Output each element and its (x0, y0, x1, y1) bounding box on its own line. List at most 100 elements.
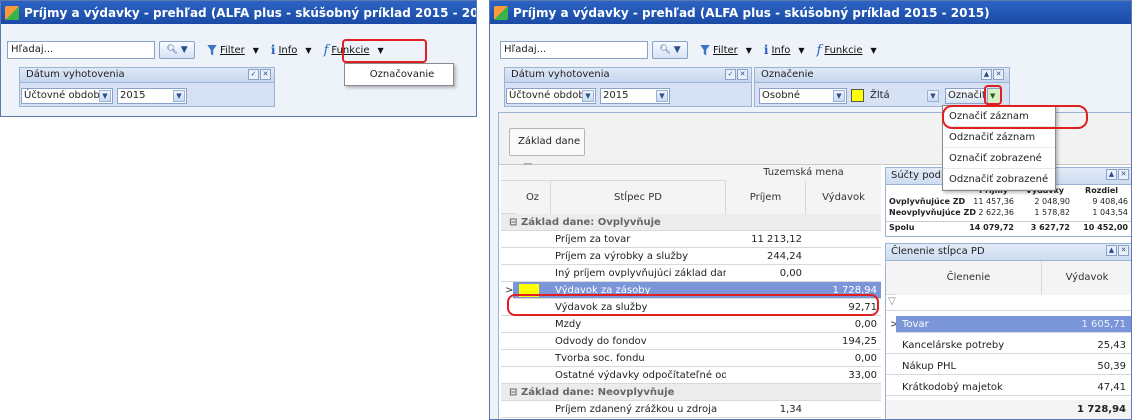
menu-item-oznacovanie[interactable]: Označovanie (345, 64, 453, 85)
table-row[interactable]: Príjem zdanený zrážkou u zdroja 1,34 (501, 401, 881, 418)
collapse-icon[interactable]: ▲ (981, 69, 992, 80)
mark-type-value: Osobné (762, 90, 801, 101)
left-window: Príjmy a výdavky - prehľad (ALFA plus - … (0, 0, 477, 117)
menu-item-oznacit-zobrazene[interactable]: Označiť zobrazené (943, 148, 1055, 169)
left-functions-label: Funkcie (331, 44, 370, 56)
color-select[interactable]: Žltá ▼ (867, 88, 941, 104)
table-row[interactable]: Mzdy 0,00 (501, 316, 881, 333)
breakdown-row-value: 47,41 (1097, 382, 1126, 393)
close-icon[interactable]: ✕ (737, 69, 748, 80)
oz-mark-cell[interactable] (519, 403, 539, 416)
left-filter-menu[interactable]: Filter ▼ (207, 44, 259, 56)
oz-mark-cell[interactable] (519, 318, 539, 331)
oz-mark-cell[interactable] (519, 284, 539, 297)
breakdown-panel-title: Členenie stĺpca PD (891, 246, 985, 257)
table-row[interactable]: Iný príjem ovplyvňujúci základ dane 0,00 (501, 265, 881, 282)
right-functions-menu[interactable]: f Funkcie ▼ (817, 43, 877, 58)
list-item[interactable]: Kancelárske potreby 25,43 (886, 337, 1131, 354)
grid-column-header-row: Oz Stĺpec PD Príjem Výdavok (501, 181, 881, 214)
row-prijem (726, 367, 806, 384)
menu-item-odznacit-zaznam[interactable]: Odznačiť záznam (943, 127, 1055, 148)
close-icon[interactable]: ✕ (993, 69, 1004, 80)
left-search-input[interactable]: Hľadaj... (7, 41, 155, 59)
group-row[interactable]: ⊟ Základ dane: Ovplyvňuje (501, 214, 881, 231)
sums-col-rozdiel: Rozdiel (1085, 186, 1118, 195)
right-year-select[interactable]: 2015 ▼ (600, 88, 670, 104)
list-item[interactable]: Nákup PHL 50,39 (886, 358, 1131, 375)
mark-dropdown-button[interactable]: ▼ (987, 88, 1001, 104)
left-functions-menu[interactable]: f Funkcie ▼ (324, 43, 384, 58)
breakdown-total: 1 728,94 (1076, 404, 1126, 415)
row-pointer-icon: > (501, 282, 513, 299)
column-header-prijem[interactable]: Príjem (726, 181, 806, 214)
right-search-input[interactable]: Hľadaj... (500, 41, 648, 59)
oz-mark-cell[interactable] (519, 335, 539, 348)
right-search-button[interactable]: 🔍︎ ▼ (652, 41, 688, 59)
table-row[interactable]: Odvody do fondov 194,25 (501, 333, 881, 350)
breakdown-row-label: Krátkodobý majetok (902, 382, 1003, 393)
mark-button[interactable]: Označiť (945, 88, 985, 104)
row-label: Príjem za tovar (555, 234, 631, 245)
mark-panel: Označenie ▲ ✕ Osobné ▼ Žltá ▼ Označiť ▼ (754, 67, 1010, 107)
column-header-stlpec-pd[interactable]: Stĺpec PD (551, 181, 726, 214)
row-prijem: 1,34 (779, 404, 802, 415)
column-header-vydavok[interactable]: Výdavok (806, 181, 881, 214)
right-info-menu[interactable]: i Info ▼ (764, 43, 805, 57)
close-icon[interactable]: ✕ (260, 69, 271, 80)
collapse-icon[interactable]: ▲ (1106, 169, 1117, 180)
group-row[interactable]: ⊟ Základ dane: Neovplyvňuje (501, 384, 881, 401)
chevron-down-icon: ▼ (173, 90, 185, 102)
table-row[interactable]: > Výdavok za zásoby 1 728,94 (501, 282, 881, 299)
table-row[interactable]: Ostatné výdavky odpočítateľné od základu… (501, 367, 881, 384)
right-toolbar: Hľadaj... 🔍︎ ▼ Filter ▼ i Info ▼ f Funkci… (490, 41, 1131, 59)
chevron-down-icon: ▼ (180, 45, 188, 55)
left-year-select[interactable]: 2015 ▼ (117, 88, 187, 104)
group-chip-zaklad-dane[interactable]: Základ dane ▽ (509, 128, 585, 173)
column-header-oz[interactable]: Oz (515, 181, 551, 214)
oz-mark-cell[interactable] (519, 352, 539, 365)
collapse-icon[interactable]: ▲ (1106, 245, 1117, 256)
breakdown-row-label: Tovar (902, 319, 929, 330)
info-icon: i (763, 43, 769, 57)
menu-item-oznacit-zaznam[interactable]: Označiť záznam (943, 106, 1055, 127)
check-icon[interactable]: ✓ (248, 69, 259, 80)
left-search-button[interactable]: 🔍︎ ▼ (159, 41, 195, 59)
filter-icon (700, 44, 710, 56)
left-toolbar: Hľadaj... 🔍︎ ▼ Filter ▼ i Info ▼ f Funkci… (1, 41, 476, 59)
mark-type-select[interactable]: Osobné ▼ (759, 88, 847, 104)
breakdown-filter-row[interactable]: ▽ (886, 295, 1131, 311)
close-icon[interactable]: ✕ (1118, 245, 1129, 256)
left-period-select[interactable]: Účtovné obdobie ▼ (21, 88, 113, 104)
left-info-menu[interactable]: i Info ▼ (271, 43, 312, 57)
oz-mark-cell[interactable] (519, 369, 539, 382)
breakdown-col-clenenie[interactable]: Členenie (896, 261, 1042, 295)
band-header: Tuzemská mena (726, 165, 881, 181)
main-grid: Tuzemská mena Oz Stĺpec PD Príjem Výdavo… (501, 165, 881, 419)
close-icon[interactable]: ✕ (1118, 169, 1129, 180)
sums-row: Neovplyvňujúce ZD 2 622,36 1 578,82 1 043,5… (886, 207, 1131, 218)
check-icon[interactable]: ✓ (725, 69, 736, 80)
table-row[interactable]: Tvorba soc. fondu 0,00 (501, 350, 881, 367)
right-filter-menu[interactable]: Filter ▼ (700, 44, 752, 56)
sums-panel-buttons: ▲ ✕ (1106, 169, 1129, 180)
oz-mark-cell[interactable] (519, 267, 539, 280)
table-row[interactable]: Príjem za výrobky a služby 244,24 (501, 248, 881, 265)
mark-menu: Označiť záznam Odznačiť záznam Označiť zob… (942, 105, 1056, 191)
list-item[interactable]: Krátkodobý majetok 47,41 (886, 379, 1131, 396)
yellow-color-swatch[interactable] (851, 89, 864, 102)
left-date-panel: Dátum vyhotovenia ✓ ✕ Účtovné obdobie ▼ … (19, 67, 275, 107)
menu-item-odznacit-zobrazene[interactable]: Odznačiť zobrazené (943, 169, 1055, 190)
table-row[interactable]: Príjem za tovar 11 213,12 (501, 231, 881, 248)
oz-mark-cell[interactable] (519, 250, 539, 263)
sums-row: Ovplyvňujúce ZD 11 457,36 2 048,90 9 408,46 (886, 196, 1131, 207)
row-label: Odvody do fondov (555, 336, 647, 347)
oz-mark-cell[interactable] (519, 233, 539, 246)
table-row[interactable]: Výdavok za služby 92,71 (501, 299, 881, 316)
list-item[interactable]: > Tovar 1 605,71 (886, 316, 1131, 333)
chevron-down-icon: ▼ (99, 90, 111, 102)
breakdown-col-vydavok[interactable]: Výdavok (1042, 261, 1131, 295)
oz-mark-cell[interactable] (519, 301, 539, 314)
right-period-select[interactable]: Účtovné obdobie ▼ (506, 88, 596, 104)
function-icon: f (323, 42, 329, 58)
search-icon: 🔍︎ (166, 45, 178, 55)
